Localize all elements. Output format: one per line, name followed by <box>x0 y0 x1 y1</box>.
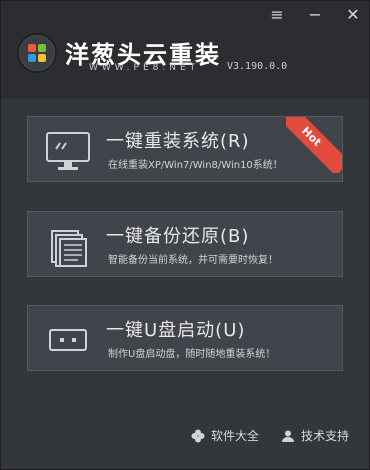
usb-boot-button[interactable]: 一键U盘启动(U) 制作U盘启动盘，随时随地重装系统！ <box>27 305 343 371</box>
monitor-icon <box>46 132 90 170</box>
app-window: ≡ − ✕ 洋葱头云重装 WWW.PE8.NET V3.190.0.0 一键重装… <box>0 0 370 470</box>
window-controls: ≡ − ✕ <box>269 7 361 23</box>
logo-yellow-square-icon <box>38 54 46 62</box>
user-icon <box>282 430 294 442</box>
header: ≡ − ✕ 洋葱头云重装 WWW.PE8.NET V3.190.0.0 <box>1 1 369 99</box>
app-logo <box>17 33 57 73</box>
usb-drive-icon <box>49 329 87 351</box>
card-title: 一键备份还原(B) <box>106 226 250 247</box>
card-title: 一键U盘启动(U) <box>106 320 246 341</box>
card-title: 一键重装系统(R) <box>106 131 250 152</box>
clover-icon <box>191 429 205 442</box>
tech-support-link[interactable]: 技术支持 <box>281 427 349 444</box>
logo-green-square-icon <box>38 44 46 52</box>
version-label: V3.190.0.0 <box>227 61 288 72</box>
logo-blue-square-icon <box>28 54 36 62</box>
software-collection-label: 软件大全 <box>211 429 260 443</box>
backup-restore-button[interactable]: 一键备份还原(B) 智能备份当前系统，并可需要时恢复！ <box>27 211 343 277</box>
reinstall-system-button[interactable]: 一键重装系统(R) 在线重装XP/Win7/Win8/Win10系统！ Hot <box>27 116 343 182</box>
tech-support-label: 技术支持 <box>301 429 350 443</box>
card-subtitle: 制作U盘启动盘，随时随地重装系统！ <box>108 349 276 360</box>
menu-icon[interactable]: ≡ <box>269 7 285 23</box>
site-url: WWW.PE8.NET <box>89 63 200 73</box>
hot-badge-label: Hot <box>286 117 342 173</box>
minimize-icon[interactable]: − <box>307 7 323 23</box>
stacked-documents-icon <box>51 230 87 267</box>
close-icon[interactable]: ✕ <box>345 7 361 23</box>
card-subtitle: 智能备份当前系统，并可需要时恢复！ <box>108 255 278 266</box>
logo-red-square-icon <box>28 44 36 52</box>
card-subtitle: 在线重装XP/Win7/Win8/Win10系统！ <box>108 160 283 171</box>
software-collection-link[interactable]: 软件大全 <box>191 427 259 444</box>
hot-badge: Hot <box>286 117 342 173</box>
footer: 软件大全 技术支持 <box>1 427 369 447</box>
